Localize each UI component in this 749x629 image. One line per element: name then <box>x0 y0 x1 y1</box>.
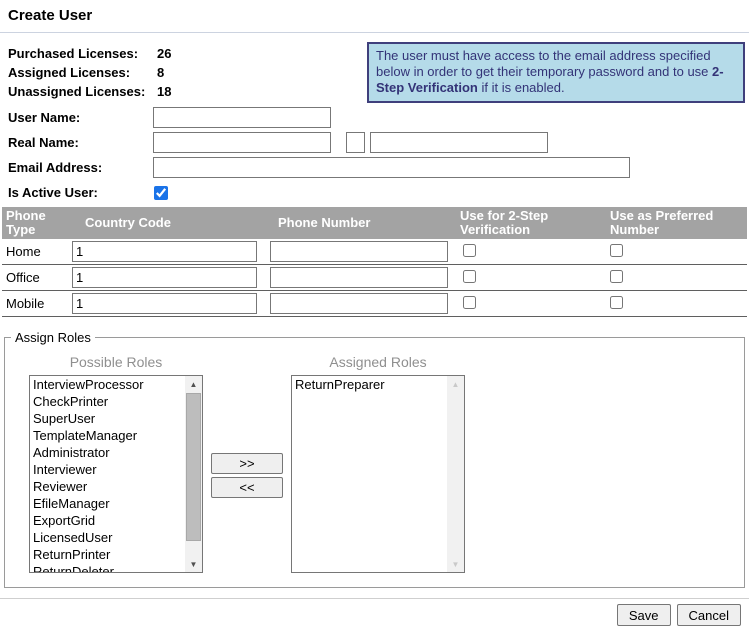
possible-roles-column: Possible Roles InterviewProcessor CheckP… <box>29 353 203 573</box>
phone-type-label: Mobile <box>2 296 70 311</box>
notice-text-start: The user must have access to the email a… <box>376 48 712 79</box>
assigned-roles-items: ReturnPreparer <box>292 376 447 572</box>
first-name-input[interactable] <box>153 132 331 153</box>
possible-roles-items: InterviewProcessor CheckPrinter SuperUse… <box>30 376 185 572</box>
list-item[interactable]: TemplateManager <box>30 427 185 444</box>
office-two-step-checkbox[interactable] <box>463 270 476 283</box>
user-name-input[interactable] <box>153 107 331 128</box>
middle-initial-input[interactable] <box>346 132 365 153</box>
possible-roles-scrollbar[interactable]: ▲ ▼ <box>185 376 202 572</box>
scrollbar-thumb[interactable] <box>186 393 201 541</box>
header-preferred: Use as Preferred Number <box>604 207 747 239</box>
phone-type-label: Office <box>2 270 70 285</box>
mobile-preferred-checkbox[interactable] <box>610 296 623 309</box>
role-transfer-buttons: >> << <box>203 453 291 498</box>
mobile-two-step-checkbox[interactable] <box>463 296 476 309</box>
list-item[interactable]: SuperUser <box>30 410 185 427</box>
home-country-code-input[interactable] <box>72 241 257 262</box>
home-two-step-checkbox[interactable] <box>463 244 476 257</box>
header-country-code: Country Code <box>70 207 268 239</box>
home-preferred-checkbox[interactable] <box>610 244 623 257</box>
unassigned-licenses-row: Unassigned Licenses: 18 <box>8 82 364 101</box>
list-item[interactable]: ReturnPrinter <box>30 546 185 563</box>
list-item[interactable]: InterviewProcessor <box>30 376 185 393</box>
unassigned-licenses-label: Unassigned Licenses: <box>8 82 157 101</box>
page-title: Create User <box>0 0 749 24</box>
email-label: Email Address: <box>8 160 153 175</box>
possible-roles-listbox[interactable]: InterviewProcessor CheckPrinter SuperUse… <box>29 375 203 573</box>
is-active-label: Is Active User: <box>8 185 153 200</box>
scroll-down-icon: ▼ <box>447 556 464 572</box>
license-summary: Purchased Licenses: 26 Assigned Licenses… <box>8 42 364 101</box>
is-active-checkbox[interactable] <box>154 186 168 200</box>
list-item[interactable]: ReturnPreparer <box>292 376 447 393</box>
unassigned-licenses-value: 18 <box>157 82 171 101</box>
assigned-roles-listbox[interactable]: ReturnPreparer ▲ ▼ <box>291 375 465 573</box>
user-name-label: User Name: <box>8 110 153 125</box>
mobile-country-code-input[interactable] <box>72 293 257 314</box>
save-button[interactable]: Save <box>617 604 671 626</box>
list-item[interactable]: ReturnDeleter <box>30 563 185 572</box>
assigned-licenses-value: 8 <box>157 63 164 82</box>
create-user-page: Create User Purchased Licenses: 26 Assig… <box>0 0 749 629</box>
last-name-input[interactable] <box>370 132 548 153</box>
assign-roles-fieldset: Assign Roles Possible Roles InterviewPro… <box>4 330 745 588</box>
purchased-licenses-value: 26 <box>157 44 171 63</box>
email-notice-box: The user must have access to the email a… <box>367 42 745 103</box>
office-preferred-checkbox[interactable] <box>610 270 623 283</box>
office-phone-number-input[interactable] <box>270 267 448 288</box>
list-item[interactable]: CheckPrinter <box>30 393 185 410</box>
assign-roles-legend: Assign Roles <box>11 330 95 345</box>
assigned-licenses-row: Assigned Licenses: 8 <box>8 63 364 82</box>
list-item[interactable]: Reviewer <box>30 478 185 495</box>
list-item[interactable]: ExportGrid <box>30 512 185 529</box>
list-item[interactable]: EfileManager <box>30 495 185 512</box>
cancel-button[interactable]: Cancel <box>677 604 741 626</box>
header-two-step: Use for 2-Step Verification <box>456 207 604 239</box>
scroll-up-icon: ▲ <box>447 376 464 392</box>
user-form: User Name: Real Name: Email Address: Is … <box>0 107 749 203</box>
list-item[interactable]: Administrator <box>30 444 185 461</box>
top-row: Purchased Licenses: 26 Assigned Licenses… <box>0 33 749 103</box>
assigned-roles-column: Assigned Roles ReturnPreparer ▲ ▼ <box>291 353 465 573</box>
assigned-licenses-label: Assigned Licenses: <box>8 63 157 82</box>
user-name-row: User Name: <box>8 107 749 128</box>
notice-text-end: if it is enabled. <box>478 80 565 95</box>
scroll-up-icon[interactable]: ▲ <box>185 376 202 392</box>
purchased-licenses-label: Purchased Licenses: <box>8 44 157 63</box>
scroll-down-icon[interactable]: ▼ <box>185 556 202 572</box>
purchased-licenses-row: Purchased Licenses: 26 <box>8 44 364 63</box>
office-country-code-input[interactable] <box>72 267 257 288</box>
phone-table: Phone Type Country Code Phone Number Use… <box>2 207 747 317</box>
header-phone-number: Phone Number <box>268 207 456 239</box>
add-role-button[interactable]: >> <box>211 453 283 474</box>
assigned-roles-label: Assigned Roles <box>291 353 465 371</box>
real-name-row: Real Name: <box>8 132 749 153</box>
assigned-roles-scrollbar: ▲ ▼ <box>447 376 464 572</box>
possible-roles-label: Possible Roles <box>29 353 203 371</box>
email-row: Email Address: <box>8 157 749 178</box>
mobile-phone-number-input[interactable] <box>270 293 448 314</box>
list-item[interactable]: Interviewer <box>30 461 185 478</box>
phone-row-office: Office <box>2 265 747 291</box>
phone-table-header: Phone Type Country Code Phone Number Use… <box>2 207 747 239</box>
email-input[interactable] <box>153 157 630 178</box>
header-phone-type: Phone Type <box>2 207 70 239</box>
footer-actions: Save Cancel <box>0 599 749 626</box>
phone-type-label: Home <box>2 244 70 259</box>
phone-row-mobile: Mobile <box>2 291 747 317</box>
real-name-label: Real Name: <box>8 135 153 150</box>
home-phone-number-input[interactable] <box>270 241 448 262</box>
remove-role-button[interactable]: << <box>211 477 283 498</box>
roles-body: Possible Roles InterviewProcessor CheckP… <box>5 345 744 587</box>
phone-row-home: Home <box>2 239 747 265</box>
is-active-row: Is Active User: <box>8 182 749 203</box>
list-item[interactable]: LicensedUser <box>30 529 185 546</box>
